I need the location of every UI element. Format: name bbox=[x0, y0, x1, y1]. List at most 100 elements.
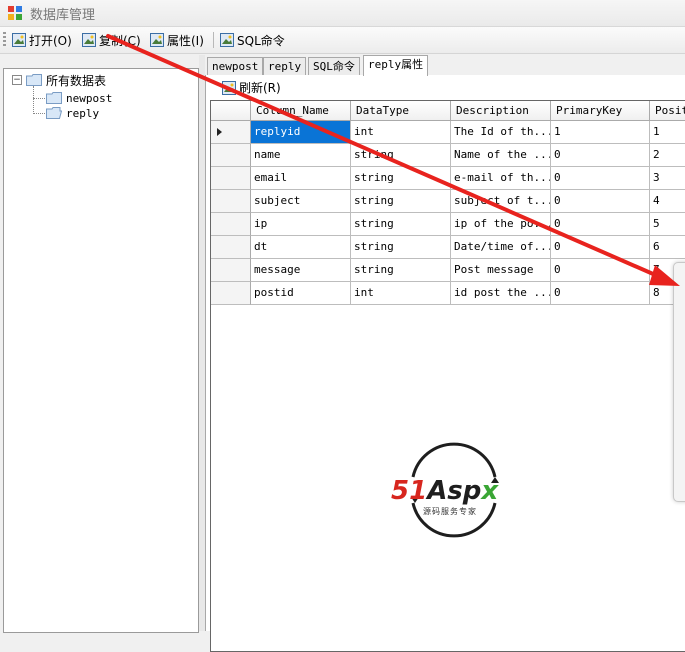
row-header[interactable] bbox=[211, 190, 251, 213]
copy-button[interactable]: 复制(C) bbox=[82, 30, 141, 50]
table-cell[interactable]: ip bbox=[251, 213, 351, 236]
picture-icon bbox=[150, 33, 164, 47]
table-cell[interactable]: 3 bbox=[650, 167, 685, 190]
tab-reply[interactable]: reply bbox=[263, 57, 307, 75]
row-header[interactable] bbox=[211, 236, 251, 259]
open-button[interactable]: 打开(O) bbox=[12, 30, 72, 50]
column-header[interactable]: Column_Name bbox=[251, 101, 351, 121]
table-cell[interactable]: 2 bbox=[650, 144, 685, 167]
floating-dialog[interactable] bbox=[673, 262, 685, 502]
tab-sql-command[interactable]: SQL命令 bbox=[308, 57, 360, 75]
open-label: 打开(O) bbox=[29, 33, 72, 48]
picture-icon bbox=[220, 33, 234, 47]
column-header[interactable]: Description bbox=[451, 101, 551, 121]
table-cell[interactable]: The Id of th... bbox=[451, 121, 551, 144]
row-header[interactable] bbox=[211, 259, 251, 282]
table-cell[interactable]: 0 bbox=[551, 282, 650, 305]
schema-grid[interactable]: Column_Name DataType Description PrimaryKey… bbox=[210, 100, 685, 652]
table-cell[interactable]: id post the ... bbox=[451, 282, 551, 305]
column-header[interactable]: DataType bbox=[351, 101, 451, 121]
table-cell[interactable]: string bbox=[351, 167, 451, 190]
column-header[interactable]: Posit bbox=[650, 101, 685, 121]
table-cell[interactable]: string bbox=[351, 236, 451, 259]
table-cell[interactable]: Name of the ... bbox=[451, 144, 551, 167]
tab-strip: newpost reply SQL命令 reply属性 bbox=[205, 55, 685, 76]
table-cell[interactable]: 6 bbox=[650, 236, 685, 259]
properties-label: 属性(I) bbox=[167, 33, 204, 48]
sql-command-button[interactable]: SQL命令 bbox=[220, 30, 285, 50]
folder-icon bbox=[46, 92, 62, 104]
table-cell[interactable]: 0 bbox=[551, 144, 650, 167]
table-cell[interactable]: int bbox=[351, 121, 451, 144]
refresh-button[interactable]: 刷新(R) bbox=[222, 79, 281, 96]
tab-reply-properties[interactable]: reply属性 bbox=[363, 55, 429, 76]
column-header[interactable]: PrimaryKey bbox=[551, 101, 650, 121]
table-cell[interactable]: 1 bbox=[650, 121, 685, 144]
table-tree[interactable]: − 所有数据表 newpost reply bbox=[3, 68, 199, 633]
table-cell[interactable]: replyid bbox=[251, 121, 351, 144]
table-cell[interactable]: string bbox=[351, 190, 451, 213]
refresh-label: 刷新(R) bbox=[239, 81, 281, 95]
row-header[interactable] bbox=[211, 282, 251, 305]
table-cell[interactable]: postid bbox=[251, 282, 351, 305]
table-cell[interactable]: 0 bbox=[551, 259, 650, 282]
tree-item-label: newpost bbox=[66, 91, 113, 105]
table-cell[interactable]: string bbox=[351, 259, 451, 282]
row-header[interactable] bbox=[211, 213, 251, 236]
current-row-indicator-icon bbox=[217, 128, 222, 136]
watermark-brand: 51Aspx bbox=[391, 476, 499, 506]
table-cell[interactable]: name bbox=[251, 144, 351, 167]
copy-label: 复制(C) bbox=[99, 33, 141, 48]
table-cell[interactable]: int bbox=[351, 282, 451, 305]
tab-newpost[interactable]: newpost bbox=[207, 57, 264, 75]
toolbar: 打开(O) 复制(C) 属性(I) SQL命令 bbox=[0, 27, 685, 54]
table-cell[interactable]: 1 bbox=[551, 121, 650, 144]
picture-icon bbox=[82, 33, 96, 47]
row-header[interactable] bbox=[211, 121, 251, 144]
title-bar: 数据库管理 bbox=[0, 0, 685, 27]
tree-item-label: reply bbox=[66, 106, 100, 120]
table-cell[interactable]: 4 bbox=[650, 190, 685, 213]
table-cell[interactable]: subject of t... bbox=[451, 190, 551, 213]
watermark-tagline: 源码服务专家 bbox=[423, 506, 477, 516]
toolbar-separator bbox=[213, 32, 214, 48]
table-cell[interactable]: 0 bbox=[551, 213, 650, 236]
table-cell[interactable]: string bbox=[351, 213, 451, 236]
tree-connector bbox=[33, 98, 45, 99]
tree-connector bbox=[33, 86, 34, 114]
tab-page: 刷新(R) Column_Name DataType Description Prim… bbox=[205, 75, 685, 652]
tree-root[interactable]: − 所有数据表 bbox=[12, 72, 106, 88]
content-panel: newpost reply SQL命令 reply属性 刷新(R) Column… bbox=[205, 55, 685, 652]
table-cell[interactable]: message bbox=[251, 259, 351, 282]
table-cell[interactable]: 0 bbox=[551, 167, 650, 190]
table-cell[interactable]: 0 bbox=[551, 236, 650, 259]
table-cell[interactable]: email bbox=[251, 167, 351, 190]
table-cell[interactable]: dt bbox=[251, 236, 351, 259]
tree-connector bbox=[33, 113, 45, 114]
row-header[interactable] bbox=[211, 167, 251, 190]
table-cell[interactable]: 5 bbox=[650, 213, 685, 236]
tree-item-reply[interactable]: reply bbox=[46, 105, 99, 121]
properties-button[interactable]: 属性(I) bbox=[150, 30, 204, 50]
table-cell[interactable]: e-mail of th... bbox=[451, 167, 551, 190]
watermark-logo: 51Aspx 源码服务专家 bbox=[391, 442, 499, 538]
table-cell[interactable]: ip of the po... bbox=[451, 213, 551, 236]
collapse-expander[interactable]: − bbox=[12, 75, 22, 85]
open-folder-icon bbox=[46, 107, 62, 119]
table-cell[interactable]: 0 bbox=[551, 190, 650, 213]
row-header[interactable] bbox=[211, 144, 251, 167]
picture-icon bbox=[12, 33, 26, 47]
folder-icon bbox=[26, 74, 42, 86]
tree-root-label: 所有数据表 bbox=[46, 73, 107, 88]
grid-corner-header[interactable] bbox=[211, 101, 251, 121]
table-cell[interactable]: string bbox=[351, 144, 451, 167]
sql-command-label: SQL命令 bbox=[237, 33, 285, 48]
picture-icon bbox=[222, 80, 236, 95]
toolbar-grip[interactable] bbox=[3, 32, 6, 48]
window-title: 数据库管理 bbox=[30, 8, 96, 23]
table-cell[interactable]: subject bbox=[251, 190, 351, 213]
table-cell[interactable]: Post message bbox=[451, 259, 551, 282]
table-cell[interactable]: Date/time of... bbox=[451, 236, 551, 259]
tree-item-newpost[interactable]: newpost bbox=[46, 90, 112, 106]
app-icon bbox=[8, 6, 22, 20]
